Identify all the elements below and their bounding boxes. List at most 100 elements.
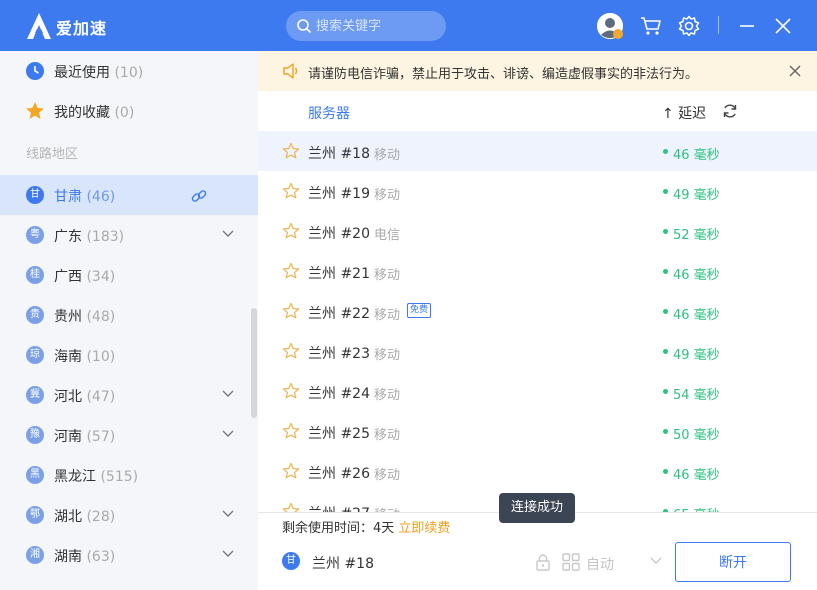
region-count: (48) — [86, 309, 116, 325]
link-icon[interactable] — [190, 187, 208, 205]
server-row[interactable]: 兰州 #25 移动 50 毫秒 — [258, 411, 817, 451]
region-count: (63) — [86, 549, 116, 565]
server-row[interactable]: 兰州 #26 移动 46 毫秒 — [258, 451, 817, 491]
region-badge: 粤 — [26, 226, 44, 244]
notice-close-icon[interactable] — [789, 65, 801, 77]
chevron-down-icon[interactable] — [650, 557, 662, 565]
disconnect-button[interactable]: 断开 — [675, 542, 791, 582]
favorite-star-icon[interactable] — [282, 502, 300, 512]
minimize-icon[interactable] — [735, 14, 759, 38]
latency-dot — [663, 389, 668, 394]
latency-sort-header[interactable]: ↑ 延迟 — [662, 103, 706, 123]
favorite-star-icon[interactable] — [282, 262, 300, 280]
search-icon — [297, 19, 312, 34]
chevron-down-icon[interactable] — [222, 550, 234, 558]
server-isp: 移动 — [374, 148, 401, 163]
region-count: (10) — [86, 349, 116, 365]
close-icon[interactable] — [771, 14, 795, 38]
latency-dot — [663, 269, 668, 274]
chevron-down-icon[interactable] — [222, 390, 234, 398]
notice-text: 请谨防电信诈骗，禁止用于攻击、诽谤、编造虚假事实的非法行为。 — [308, 67, 699, 82]
renew-link[interactable]: 立即续费 — [398, 521, 450, 536]
server-latency: 46 毫秒 — [673, 148, 720, 163]
favorite-star-icon[interactable] — [282, 222, 300, 240]
sidebar-item-region[interactable]: 粤广东 (183) — [0, 215, 258, 255]
sidebar-item-region[interactable]: 冀河北 (47) — [0, 375, 258, 415]
sidebar-item-region[interactable]: 琼海南 (10) — [0, 335, 258, 375]
server-row[interactable]: 兰州 #19 移动 49 毫秒 — [258, 171, 817, 211]
region-count: (46) — [86, 189, 116, 205]
server-isp: 移动 — [374, 388, 401, 403]
server-latency: 49 毫秒 — [673, 188, 720, 203]
region-badge: 冀 — [26, 386, 44, 404]
favorite-star-icon[interactable] — [282, 182, 300, 200]
region-count: (28) — [86, 509, 116, 525]
latency-dot — [663, 349, 668, 354]
region-badge: 桂 — [26, 266, 44, 284]
mode-select-value[interactable]: 自动 — [586, 554, 614, 574]
sidebar-item-region[interactable]: 黑黑龙江 (515) — [0, 455, 258, 495]
current-server-name: 兰州 #18 — [312, 556, 374, 572]
refresh-icon[interactable] — [722, 103, 738, 119]
chevron-down-icon[interactable] — [222, 230, 234, 238]
server-row[interactable]: 兰州 #20 电信 52 毫秒 — [258, 211, 817, 251]
server-latency: 49 毫秒 — [673, 348, 720, 363]
server-isp: 移动 — [374, 268, 401, 283]
server-name: 兰州 #24 — [308, 386, 370, 402]
region-label: 湖北 — [54, 509, 82, 525]
clock-icon — [26, 62, 44, 80]
grid-icon[interactable] — [562, 553, 580, 571]
latency-dot — [663, 469, 668, 474]
sidebar-item-count: (0) — [114, 105, 135, 121]
favorite-star-icon[interactable] — [282, 342, 300, 360]
sidebar-item-favorites[interactable]: 我的收藏 (0) — [0, 91, 258, 131]
favorite-star-icon[interactable] — [282, 382, 300, 400]
server-row[interactable]: 兰州 #21 移动 46 毫秒 — [258, 251, 817, 291]
sidebar-item-region[interactable]: 贵贵州 (48) — [0, 295, 258, 335]
server-row[interactable]: 兰州 #18 移动 46 毫秒 — [258, 131, 817, 171]
region-badge: 甘 — [26, 186, 44, 204]
current-region-badge: 甘 — [282, 552, 300, 570]
server-row[interactable]: 兰州 #23 移动 49 毫秒 — [258, 331, 817, 371]
favorite-star-icon[interactable] — [282, 462, 300, 480]
gear-icon[interactable] — [677, 14, 701, 38]
region-count: (183) — [86, 229, 125, 245]
sidebar-item-label: 最近使用 — [54, 65, 110, 81]
favorite-star-icon[interactable] — [282, 302, 300, 320]
server-isp: 移动 — [374, 348, 401, 363]
section-label-regions: 线路地区 — [26, 147, 79, 162]
cart-icon[interactable] — [639, 14, 663, 38]
server-column-header[interactable]: 服务器 — [308, 103, 350, 123]
favorite-star-icon[interactable] — [282, 422, 300, 440]
search-box[interactable] — [286, 11, 446, 41]
server-isp: 电信 — [374, 228, 401, 243]
region-badge: 贵 — [26, 306, 44, 324]
chevron-down-icon[interactable] — [222, 510, 234, 518]
server-list-header: 服务器 ↑ 延迟 — [258, 91, 817, 131]
region-count: (47) — [86, 389, 116, 405]
app-logo-icon — [27, 13, 51, 39]
server-name: 兰州 #18 — [308, 146, 370, 162]
server-list: 兰州 #18 移动 46 毫秒 兰州 #19 移动 49 毫秒 兰州 #20 电信 52 毫秒兰… — [258, 131, 817, 512]
server-row[interactable]: 兰州 #24 移动 54 毫秒 — [258, 371, 817, 411]
sidebar-scrollbar[interactable] — [251, 308, 257, 418]
toast-connected: 连接成功 — [499, 493, 575, 523]
sidebar-item-region[interactable]: 甘甘肃 (46) — [0, 175, 258, 215]
server-isp: 移动 — [374, 308, 401, 323]
sidebar-item-recent[interactable]: 最近使用 (10) — [0, 51, 258, 91]
server-row[interactable]: 兰州 #22 移动 免费 46 毫秒 — [258, 291, 817, 331]
server-latency: 50 毫秒 — [673, 428, 720, 443]
region-count: (515) — [100, 469, 139, 485]
chevron-down-icon[interactable] — [222, 430, 234, 438]
lock-icon[interactable] — [534, 553, 552, 571]
server-name: 兰州 #27 — [308, 503, 370, 512]
fraud-notice-banner: 请谨防电信诈骗，禁止用于攻击、诽谤、编造虚假事实的非法行为。 — [258, 51, 817, 91]
sidebar-item-region[interactable]: 豫河南 (57) — [0, 415, 258, 455]
search-input[interactable] — [316, 16, 436, 36]
sidebar-item-region[interactable]: 鄂湖北 (28) — [0, 495, 258, 535]
user-avatar[interactable] — [597, 13, 623, 39]
favorite-star-icon[interactable] — [282, 142, 300, 160]
sidebar-item-region[interactable]: 湘湖南 (63) — [0, 535, 258, 575]
app-name: 爱加速 — [56, 19, 108, 38]
sidebar-item-region[interactable]: 桂广西 (34) — [0, 255, 258, 295]
